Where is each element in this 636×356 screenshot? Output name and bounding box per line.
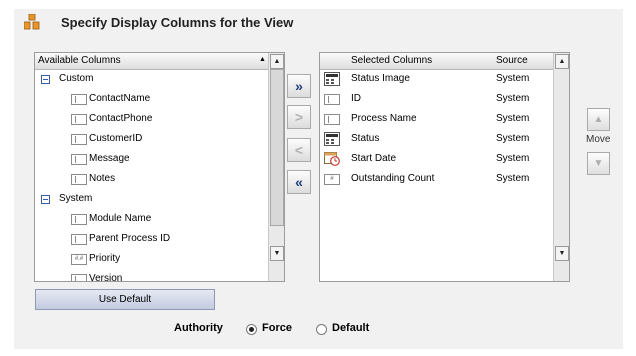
selected-scrollbar[interactable]: ▲ ▼ — [553, 53, 569, 281]
scroll-down-button[interactable]: ▼ — [555, 246, 569, 261]
list-item-label: CustomerID — [89, 133, 143, 144]
cell-source: System — [496, 133, 530, 144]
column-icon — [71, 234, 87, 245]
use-default-button[interactable]: Use Default — [35, 289, 215, 310]
selected-columns-list[interactable]: Selected Columns Source ▲ ▼ Status Image… — [319, 52, 570, 282]
cell-column: ID — [351, 93, 361, 104]
column-icon — [71, 214, 87, 225]
remove-all-button[interactable]: « — [287, 170, 311, 194]
collapse-icon[interactable] — [41, 75, 50, 84]
list-item-label: ContactName — [89, 93, 151, 104]
move-label: Move — [586, 134, 611, 145]
cell-source: System — [496, 93, 530, 104]
cell-column: Status Image — [351, 73, 410, 84]
columns-icon — [24, 14, 40, 30]
available-columns-header-label: Available Columns — [38, 55, 121, 66]
list-item-label: ContactPhone — [89, 113, 153, 124]
force-radio[interactable] — [246, 324, 257, 335]
table-row[interactable]: Start Date System — [320, 149, 552, 169]
column-icon — [324, 94, 340, 105]
sort-indicator-icon: ▲ — [259, 56, 266, 63]
available-columns-list[interactable]: Available Columns ▲ ▲ ▼ Custom ContactNa… — [34, 52, 285, 282]
cell-column: Start Date — [351, 153, 397, 164]
authority-label: Authority — [174, 322, 223, 334]
add-button[interactable]: > — [287, 105, 311, 129]
list-item-label: Version — [89, 273, 123, 282]
remove-button[interactable]: < — [287, 138, 311, 162]
number-column-icon: # — [324, 174, 340, 185]
column-icon — [71, 134, 87, 145]
table-row[interactable]: ID System — [320, 89, 552, 109]
cell-column: Status — [351, 133, 380, 144]
default-radio[interactable] — [316, 324, 327, 335]
scroll-down-button[interactable]: ▼ — [270, 246, 284, 261]
cell-source: System — [496, 153, 530, 164]
tree-group-label: System — [59, 193, 93, 204]
available-scrollbar[interactable]: ▲ ▼ — [268, 53, 284, 281]
table-row[interactable]: Status System — [320, 129, 552, 149]
selected-columns-header-label: Selected Columns — [351, 55, 433, 66]
selected-columns-header[interactable]: Selected Columns Source — [320, 53, 569, 70]
list-item-label: Module Name — [89, 213, 152, 224]
table-row[interactable]: Process Name System — [320, 109, 552, 129]
move-up-button[interactable]: ▲ — [587, 108, 610, 131]
image-grid-icon — [324, 132, 340, 146]
add-all-button[interactable]: » — [287, 74, 311, 98]
list-item-label: Priority — [89, 253, 121, 264]
tree-group-label: Custom — [59, 73, 94, 84]
list-item-label: Message — [89, 153, 130, 164]
cell-source: System — [496, 173, 530, 184]
column-icon — [71, 274, 87, 281]
cell-column: Process Name — [351, 113, 417, 124]
available-columns-header[interactable]: Available Columns ▲ — [35, 53, 284, 70]
column-icon — [71, 154, 87, 165]
cell-column: Outstanding Count — [351, 173, 435, 184]
move-down-button[interactable]: ▼ — [587, 152, 610, 175]
cell-source: System — [496, 73, 530, 84]
table-row[interactable]: Status Image System — [320, 69, 552, 89]
force-radio-label[interactable]: Force — [262, 322, 292, 334]
collapse-icon[interactable] — [41, 195, 50, 204]
source-header-label: Source — [496, 55, 528, 66]
table-row[interactable]: # Outstanding Count System — [320, 169, 552, 189]
column-icon — [71, 174, 87, 185]
list-item-label: Notes — [89, 173, 116, 184]
column-icon — [324, 114, 340, 125]
cell-source: System — [496, 113, 530, 124]
scroll-up-button[interactable]: ▲ — [555, 54, 569, 69]
scroll-thumb[interactable] — [270, 69, 284, 226]
scroll-up-button[interactable]: ▲ — [270, 54, 284, 69]
calendar-clock-icon — [324, 152, 340, 166]
list-item-label: Parent Process ID — [89, 233, 171, 244]
page-title: Specify Display Columns for the View — [61, 15, 294, 30]
default-radio-label[interactable]: Default — [332, 322, 369, 334]
image-grid-icon — [324, 72, 340, 86]
column-icon — [71, 114, 87, 125]
column-icon — [71, 94, 87, 105]
number-column-icon: #.# — [71, 254, 87, 265]
